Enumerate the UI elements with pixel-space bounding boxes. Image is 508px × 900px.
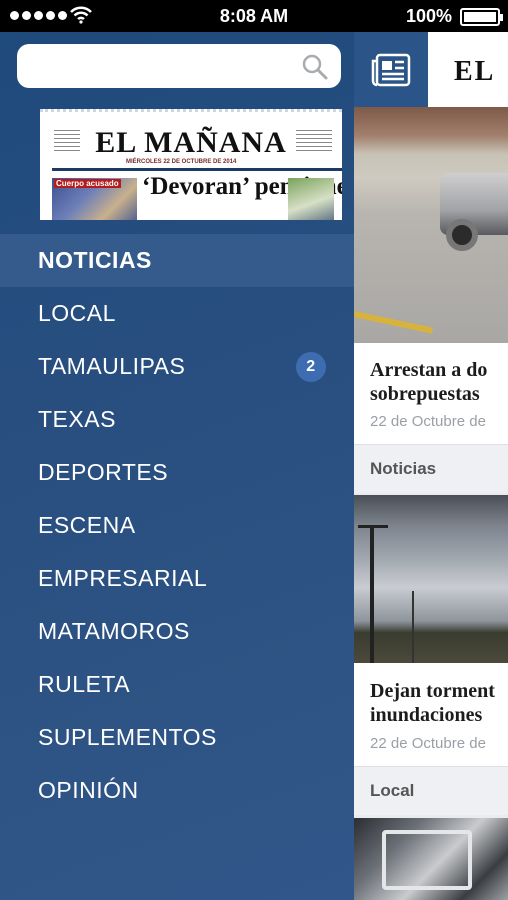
search-box[interactable] bbox=[17, 44, 341, 88]
menu-item-label: NOTICIAS bbox=[38, 247, 152, 273]
article-title-line: sobrepuestas bbox=[370, 383, 480, 405]
menu-item-deportes[interactable]: DEPORTES bbox=[0, 446, 354, 499]
menu-item-local[interactable]: LOCAL bbox=[0, 287, 354, 340]
menu-item-tamaulipas[interactable]: TAMAULIPAS 2 bbox=[0, 340, 354, 393]
article-date: 22 de Octubre de bbox=[370, 735, 486, 752]
article-title-line: Arrestan a do bbox=[370, 359, 488, 381]
print-edition-cover[interactable]: EL MAÑANA MIÉRCOLES 22 DE OCTUBRE DE 201… bbox=[40, 109, 342, 220]
menu-item-suplementos[interactable]: SUPLEMENTOS bbox=[0, 711, 354, 764]
article-title: Arrestan a do sobrepuestas bbox=[370, 358, 487, 406]
menu-item-label: SUPLEMENTOS bbox=[38, 724, 217, 750]
search-input[interactable] bbox=[29, 52, 299, 80]
section-menu: NOTICIAS LOCAL TAMAULIPAS 2 TEXAS DEPORT… bbox=[0, 234, 354, 817]
article-photo bbox=[354, 107, 508, 343]
menu-item-label: EMPRESARIAL bbox=[38, 565, 208, 591]
menu-item-label: RULETA bbox=[38, 671, 131, 697]
cover-photo-label: Cuerpo acusado bbox=[54, 179, 121, 188]
battery-percentage: 100% bbox=[405, 6, 452, 26]
cover-photo bbox=[288, 178, 334, 220]
photo-utility-pole bbox=[370, 525, 374, 663]
status-bar: 8:08 AM 100% bbox=[0, 0, 508, 32]
battery-icon bbox=[460, 8, 503, 26]
menu-item-label: TAMAULIPAS bbox=[38, 353, 186, 379]
navigation-drawer: EL MAÑANA MIÉRCOLES 22 DE OCTUBRE DE 201… bbox=[0, 32, 354, 900]
menu-item-label: DEPORTES bbox=[38, 459, 169, 485]
menu-item-ruleta[interactable]: RULETA bbox=[0, 658, 354, 711]
photo-curb bbox=[354, 311, 433, 334]
menu-item-label: ESCENA bbox=[38, 512, 136, 538]
newspaper-icon bbox=[371, 53, 411, 86]
app-logo-title: EL bbox=[454, 56, 496, 87]
menu-item-escena[interactable]: ESCENA bbox=[0, 499, 354, 552]
article-category: Noticias bbox=[354, 444, 508, 493]
cover-text-column bbox=[296, 130, 332, 152]
news-feed: EL Arrestan a do sobrepuestas 22 de Octu… bbox=[354, 32, 508, 900]
cover-divider bbox=[52, 168, 342, 171]
article-title: Dejan torment inundaciones bbox=[370, 679, 495, 727]
search-icon[interactable] bbox=[301, 53, 329, 81]
menu-toggle-button[interactable] bbox=[354, 32, 428, 107]
photo-wheel bbox=[446, 219, 478, 251]
photo-utility-pole bbox=[412, 591, 414, 663]
menu-item-label: LOCAL bbox=[38, 300, 116, 326]
unread-count-badge: 2 bbox=[296, 352, 326, 382]
article-photo bbox=[382, 830, 472, 890]
cover-date-line: MIÉRCOLES 22 DE OCTUBRE DE 2014 bbox=[126, 159, 237, 165]
article-card[interactable]: Arrestan a do sobrepuestas 22 de Octubre… bbox=[354, 107, 508, 493]
article-photo bbox=[354, 495, 508, 663]
menu-item-matamoros[interactable]: MATAMOROS bbox=[0, 605, 354, 658]
battery-level-fill bbox=[464, 12, 496, 22]
article-title-line: inundaciones bbox=[370, 704, 483, 726]
menu-item-empresarial[interactable]: EMPRESARIAL bbox=[0, 552, 354, 605]
article-date: 22 de Octubre de bbox=[370, 413, 486, 430]
menu-item-texas[interactable]: TEXAS bbox=[0, 393, 354, 446]
menu-item-label: TEXAS bbox=[38, 406, 116, 432]
article-card[interactable]: Dejan torment inundaciones 22 de Octubre… bbox=[354, 495, 508, 815]
app-header: EL bbox=[354, 32, 508, 107]
article-category: Local bbox=[354, 766, 508, 815]
menu-item-label: OPINIÓN bbox=[38, 777, 139, 803]
menu-item-opinion[interactable]: OPINIÓN bbox=[0, 764, 354, 817]
article-title-line: Dejan torment bbox=[370, 680, 495, 702]
article-card[interactable] bbox=[354, 818, 508, 900]
menu-item-noticias[interactable]: NOTICIAS bbox=[0, 234, 354, 287]
menu-item-label: MATAMOROS bbox=[38, 618, 190, 644]
